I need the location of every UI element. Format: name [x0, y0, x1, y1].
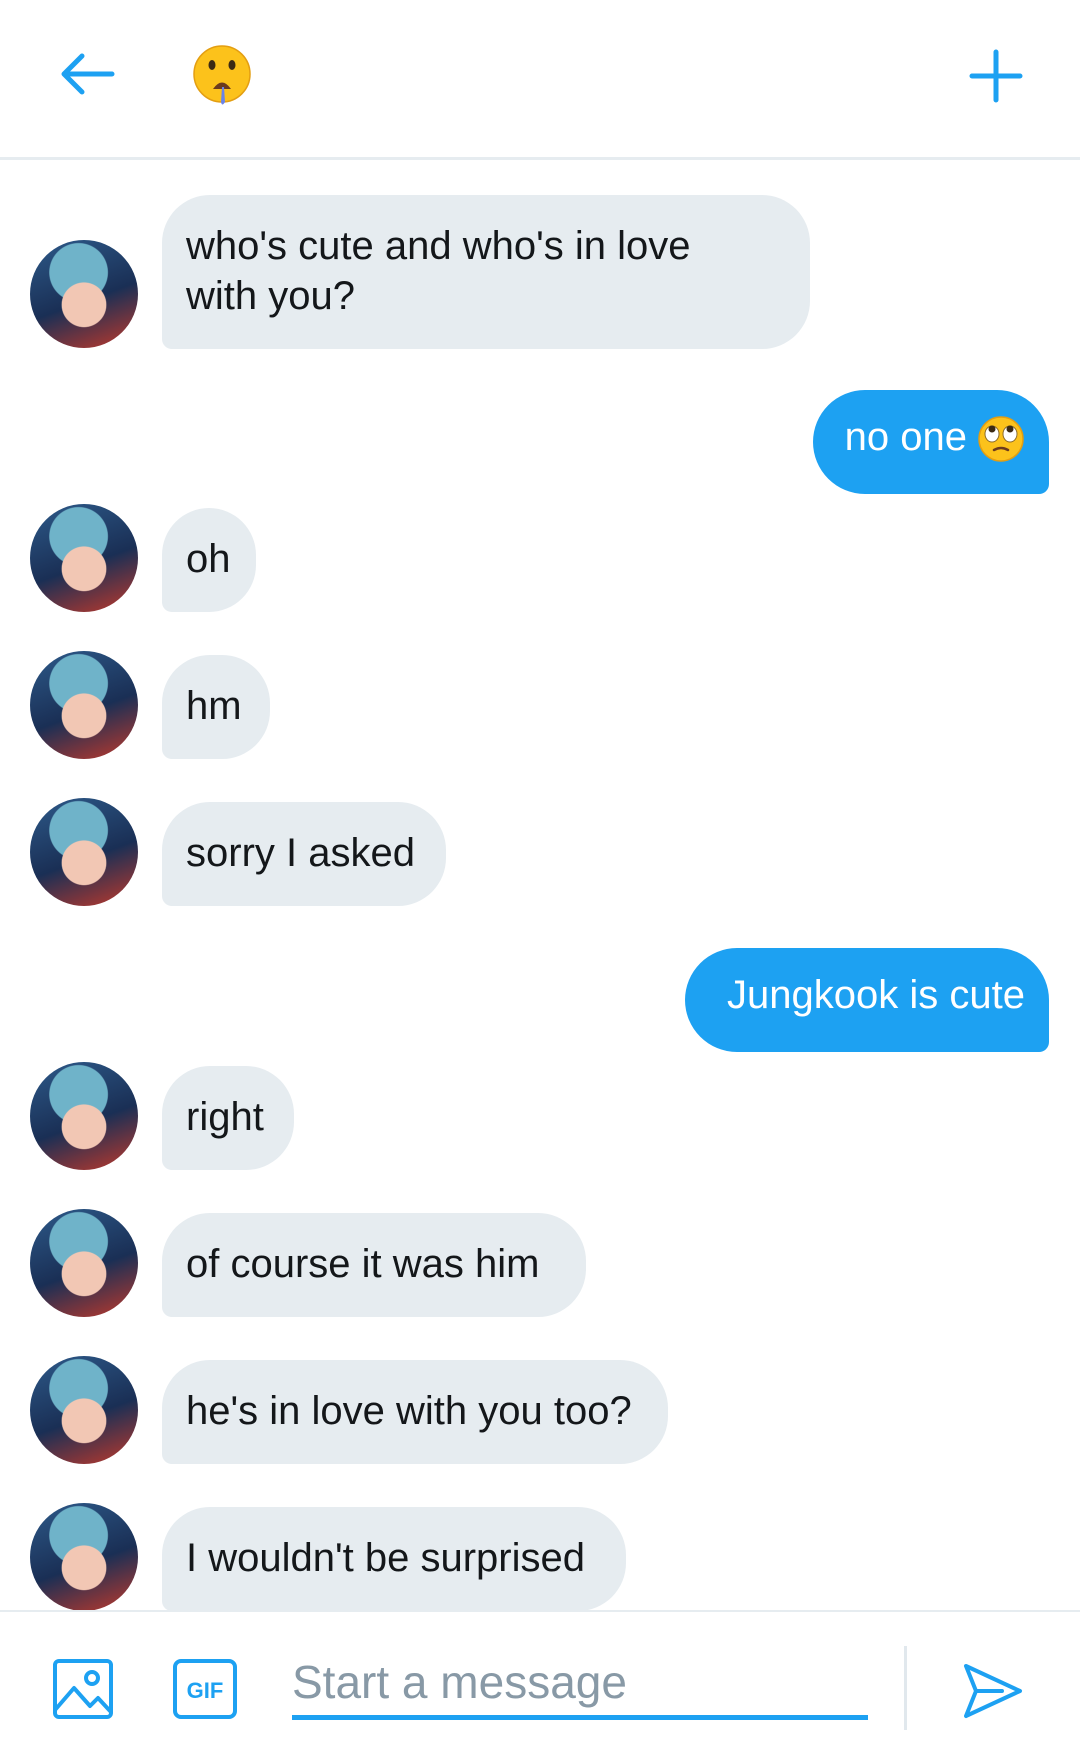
received-message[interactable]: I wouldn't be surprised [162, 1507, 626, 1610]
received-message[interactable]: he's in love with you too? [162, 1360, 668, 1464]
message-text: sorry I asked [186, 831, 415, 875]
new-message-button[interactable] [956, 36, 1036, 116]
conversation-header [0, 0, 1080, 160]
message-text: Jungkook is cute [727, 973, 1025, 1017]
received-message[interactable]: right [162, 1066, 294, 1170]
message-thread[interactable]: who's cute and who's in love with you? n… [0, 160, 1080, 1610]
message-input[interactable] [292, 1648, 868, 1720]
received-message[interactable]: oh [162, 508, 256, 612]
avatar[interactable] [30, 1062, 138, 1170]
send-button[interactable] [960, 1658, 1026, 1724]
avatar[interactable] [30, 1209, 138, 1317]
send-icon [964, 1664, 1022, 1718]
message-text: hm [186, 684, 242, 728]
gif-label: GIF [187, 1678, 224, 1703]
message-text: right [186, 1095, 264, 1139]
message-text: of course it was him [186, 1242, 540, 1286]
face-with-rolling-eyes-icon [978, 416, 1024, 463]
message-text: he's in love with you too? [186, 1389, 632, 1433]
avatar[interactable] [30, 240, 138, 348]
avatar[interactable] [30, 1356, 138, 1464]
back-button[interactable] [48, 36, 124, 112]
received-message[interactable]: hm [162, 655, 270, 759]
avatar[interactable] [30, 798, 138, 906]
arrow-left-icon [61, 53, 115, 95]
plus-icon [969, 49, 1023, 103]
message-text: no one [844, 415, 967, 459]
sent-message[interactable]: no one [813, 390, 1049, 494]
avatar[interactable] [30, 1503, 138, 1610]
add-photo-button[interactable] [50, 1656, 116, 1722]
received-message[interactable]: sorry I asked [162, 802, 446, 906]
avatar[interactable] [30, 651, 138, 759]
received-message[interactable]: of course it was him [162, 1213, 586, 1317]
avatar[interactable] [30, 504, 138, 612]
add-gif-button[interactable]: GIF [172, 1658, 238, 1720]
message-composer: GIF [0, 1610, 1080, 1755]
drooling-face-icon [193, 45, 251, 105]
received-message[interactable]: who's cute and who's in love with you? [162, 195, 810, 349]
gif-icon: GIF [173, 1659, 237, 1719]
message-text: who's cute and who's in love with you? [186, 224, 691, 318]
conversation-title-emoji[interactable] [186, 40, 258, 112]
composer-divider [904, 1646, 907, 1730]
message-text: I wouldn't be surprised [186, 1536, 585, 1580]
message-text: oh [186, 537, 231, 581]
image-icon [53, 1659, 113, 1719]
sent-message[interactable]: Jungkook is cute [685, 948, 1049, 1052]
